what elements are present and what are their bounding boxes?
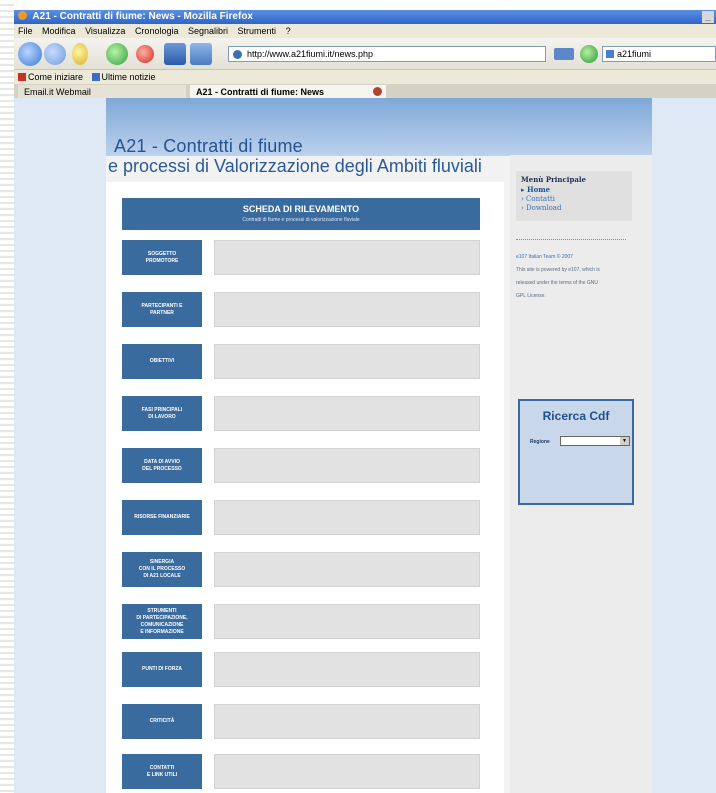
form-row: RISORSE FINANZIARIE <box>122 500 484 535</box>
row-label: PUNTI DI FORZA <box>122 652 202 687</box>
credits-line[interactable]: e107 Italian Team © 2007 <box>516 251 632 264</box>
row-label: DATA DI AVVIO DEL PROCESSO <box>122 448 202 483</box>
divider <box>516 239 626 240</box>
credits-line: GPL License. <box>516 293 546 299</box>
window-titlebar: A21 - Contratti di fiume: News - Mozilla… <box>14 10 716 24</box>
credits: e107 Italian Team © 2007 This site is po… <box>516 251 632 303</box>
site-container: A21 - Contratti di fiume e processi di V… <box>106 98 652 793</box>
menu-title: Menù Principale <box>521 175 586 184</box>
close-tab-icon[interactable] <box>373 87 382 96</box>
row-label: CONTATTI E LINK UTILI <box>122 754 202 789</box>
row-field <box>214 604 480 639</box>
main-menu: Menù Principale ▸ Home › Contatti › Down… <box>516 171 632 221</box>
bookmark-ultime-notizie[interactable]: Ultime notizie <box>102 72 156 82</box>
search-input[interactable]: a21fiumi <box>602 46 716 62</box>
tab-bar: Email.it Webmail A21 - Contratti di fium… <box>14 84 716 98</box>
menu-visualizza[interactable]: Visualizza <box>85 26 125 36</box>
row-field <box>214 448 480 483</box>
bookmark-icon <box>18 73 26 81</box>
firefox-icon <box>18 11 27 20</box>
site-title: A21 - Contratti di fiume <box>114 136 303 156</box>
ricerca-cdf-box: Ricerca Cdf Regione ▼ <box>518 399 634 505</box>
row-field <box>214 240 480 275</box>
form-subtitle: Contratti di fiume e processi di valoriz… <box>242 217 360 223</box>
site-header: A21 - Contratti di fiume <box>106 98 652 156</box>
row-label: SOGGETTO PROMOTORE <box>122 240 202 275</box>
go-icon[interactable] <box>580 45 598 63</box>
search-value: a21fiumi <box>617 49 652 59</box>
url-input[interactable]: http://www.a21fiumi.it/news.php <box>228 46 546 62</box>
bookmark-come-iniziare[interactable]: Come iniziare <box>28 72 83 82</box>
feed-bookmark-icon <box>91 73 100 81</box>
stop-icon[interactable] <box>136 45 154 63</box>
feed-icon[interactable] <box>554 48 574 60</box>
menu-item-contatti[interactable]: › Contatti <box>521 195 627 203</box>
menu-item-download[interactable]: › Download <box>521 204 627 212</box>
row-label: PARTECIPANTI E PARTNER <box>122 292 202 327</box>
form-row: OBIETTIVI <box>122 344 484 379</box>
tab-label: A21 - Contratti di fiume: News <box>196 87 325 97</box>
refresh-icon[interactable] <box>106 43 128 65</box>
form-row: DATA DI AVVIO DEL PROCESSO <box>122 448 484 483</box>
regione-select[interactable]: ▼ <box>560 436 630 446</box>
menu-bar: File Modifica Visualizza Cronologia Segn… <box>14 24 716 38</box>
form-row: SINERGIA CON IL PROCESSO DI A21 LOCALE <box>122 552 484 587</box>
menu-help[interactable]: ? <box>286 26 291 36</box>
globe-icon <box>233 50 242 59</box>
tab-email[interactable]: Email.it Webmail <box>18 85 186 98</box>
menu-strumenti[interactable]: Strumenti <box>238 26 277 36</box>
reload-icon[interactable] <box>72 43 88 65</box>
credits-line: released under the terms of the GNU <box>516 280 598 286</box>
menu-item-home[interactable]: ▸ Home <box>521 185 627 194</box>
row-label: RISORSE FINANZIARIE <box>122 500 202 535</box>
form-row: CRITICITÀ <box>122 704 484 739</box>
url-text: http://www.a21fiumi.it/news.php <box>247 49 374 59</box>
menu-segnalibri[interactable]: Segnalibri <box>188 26 228 36</box>
row-label: FASI PRINCIPALI DI LAVORO <box>122 396 202 431</box>
left-decorative-strip <box>0 0 14 793</box>
row-field <box>214 396 480 431</box>
row-field <box>214 704 480 739</box>
row-label: OBIETTIVI <box>122 344 202 379</box>
row-label: SINERGIA CON IL PROCESSO DI A21 LOCALE <box>122 552 202 587</box>
bookmarks-toolbar: Come iniziare Ultime notizie <box>14 70 716 84</box>
page-viewport: A21 - Contratti di fiume e processi di V… <box>14 98 716 793</box>
row-field <box>214 344 480 379</box>
minimize-button[interactable]: _ <box>702 11 714 23</box>
row-label: CRITICITÀ <box>122 704 202 739</box>
navigation-toolbar: http://www.a21fiumi.it/news.php a21fiumi <box>14 38 716 70</box>
row-field <box>214 652 480 687</box>
main-content: SCHEDA DI RILEVAMENTO Contratti di fiume… <box>106 182 504 793</box>
forward-icon[interactable] <box>44 43 66 65</box>
tab-label: Email.it Webmail <box>24 87 91 97</box>
tab-a21-news[interactable]: A21 - Contratti di fiume: News <box>190 85 386 98</box>
row-field <box>214 754 480 789</box>
form-row: STRUMENTI DI PARTECIPAZIONE, COMUNICAZIO… <box>122 604 484 639</box>
credits-line: This site is powered by e107, which is <box>516 267 600 273</box>
search-engine-icon <box>606 50 614 58</box>
row-field <box>214 292 480 327</box>
form-row: PUNTI DI FORZA <box>122 652 484 687</box>
form-title: SCHEDA DI RILEVAMENTO <box>242 204 360 214</box>
ricerca-title: Ricerca Cdf <box>542 409 610 423</box>
form-row: PARTECIPANTI E PARTNER <box>122 292 484 327</box>
menu-modifica[interactable]: Modifica <box>42 26 76 36</box>
form-row: FASI PRINCIPALI DI LAVORO <box>122 396 484 431</box>
row-label: STRUMENTI DI PARTECIPAZIONE, COMUNICAZIO… <box>122 604 202 639</box>
site-subtitle: e processi di Valorizzazione degli Ambit… <box>108 156 482 176</box>
form-row: SOGGETTO PROMOTORE <box>122 240 484 275</box>
chevron-down-icon[interactable]: ▼ <box>620 437 629 445</box>
window-title: A21 - Contratti di fiume: News - Mozilla… <box>32 11 253 22</box>
form-header: SCHEDA DI RILEVAMENTO Contratti di fiume… <box>122 198 480 230</box>
sidebar: Menù Principale ▸ Home › Contatti › Down… <box>510 155 652 793</box>
home-icon[interactable] <box>190 43 212 65</box>
back-icon[interactable] <box>18 42 42 66</box>
menu-cronologia[interactable]: Cronologia <box>135 26 179 36</box>
print-icon[interactable] <box>164 43 186 65</box>
form-row: CONTATTI E LINK UTILI <box>122 754 484 789</box>
regione-label: Regione <box>530 439 550 445</box>
row-field <box>214 552 480 587</box>
row-field <box>214 500 480 535</box>
menu-file[interactable]: File <box>18 26 33 36</box>
